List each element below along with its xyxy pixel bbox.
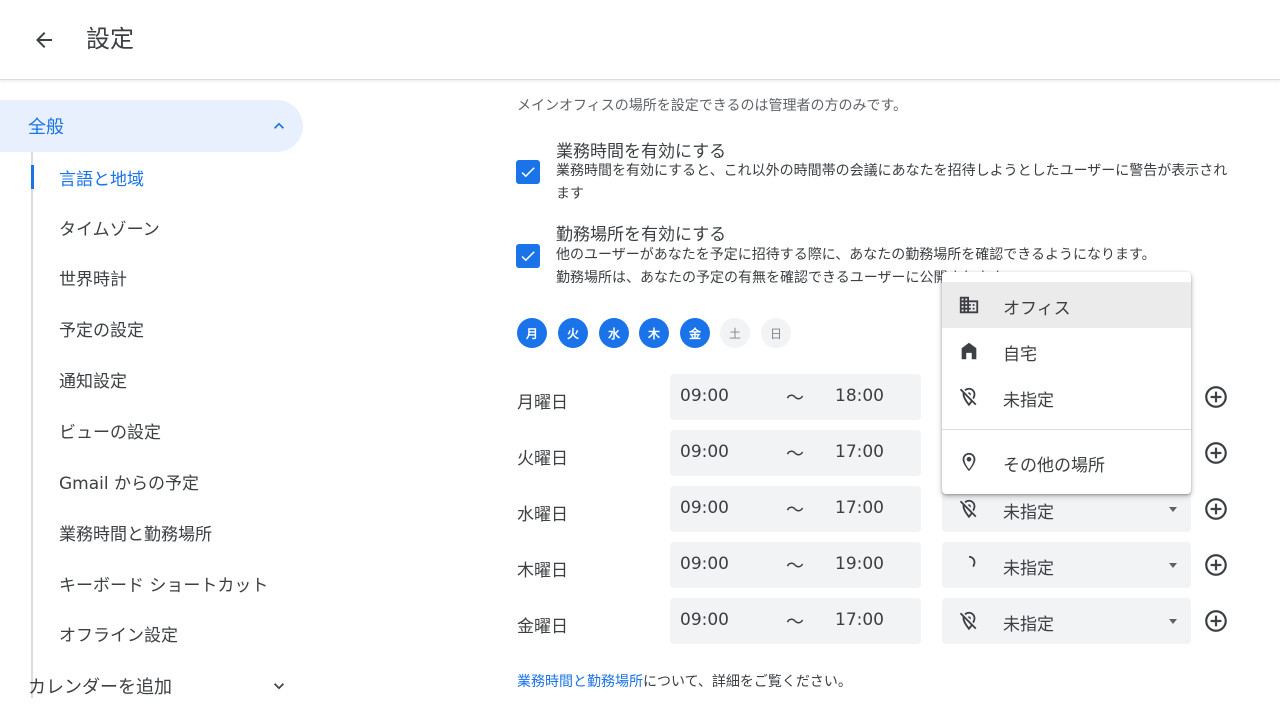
nav-add-calendar[interactable]: カレンダーを追加 [0,660,303,712]
end-time[interactable]: 19:00 [835,554,884,574]
location-off-icon [969,555,976,568]
day-toggle-sat[interactable]: 土 [720,318,750,348]
end-time[interactable]: 17:00 [835,498,884,518]
submenu-rail [31,152,33,698]
location-dropdown-menu: オフィス 自宅 未指定 その他の場所 [942,272,1191,494]
chevron-down-icon [274,683,284,690]
range-separator: 〜 [786,500,804,521]
menu-item-other-location[interactable]: その他の場所 [942,439,1191,485]
location-off-icon [959,611,977,631]
location-off-icon [959,499,977,519]
page-title: 設定 [86,25,134,53]
menu-item-label: 未指定 [1003,391,1054,411]
location-select[interactable]: 未指定 [942,598,1191,644]
time-range-field[interactable]: 09:00 〜 17:00 [670,430,921,476]
day-toggle-tue[interactable]: 火 [558,318,588,348]
time-range-field[interactable]: 09:00 〜 18:00 [670,374,921,420]
checkmark-icon [521,251,535,262]
building-icon [959,296,979,314]
sidebar-item-keyboard-shortcuts[interactable]: キーボード ショートカット [34,558,314,608]
location-value: 未指定 [1003,503,1054,523]
range-separator: 〜 [786,444,804,465]
menu-item-label: 自宅 [1003,345,1037,365]
day-toggle-sun[interactable]: 日 [761,318,791,348]
start-time[interactable]: 09:00 [680,442,729,462]
location-select[interactable]: 未指定 [942,542,1191,588]
sidebar-item-gmail-events[interactable]: Gmail からの予定 [34,456,314,506]
back-button[interactable] [26,22,62,58]
sidebar-item-event-settings[interactable]: 予定の設定 [34,303,314,353]
location-pin-icon [962,452,976,472]
help-link[interactable]: 業務時間と勤務場所 [517,674,643,690]
help-text: 業務時間と勤務場所について、詳細をご覧ください。 [517,671,852,691]
sidebar-item-offline-settings[interactable]: オフライン設定 [34,608,314,658]
sidebar-item-working-hours[interactable]: 業務時間と勤務場所 [34,507,314,557]
chevron-up-icon [274,122,284,129]
home-icon [961,342,977,360]
location-value: 未指定 [1003,615,1054,635]
end-time[interactable]: 18:00 [835,386,884,406]
arrow-back-icon [36,32,52,48]
end-time[interactable]: 17:00 [835,442,884,462]
row-day-label: 火曜日 [517,449,568,469]
sidebar-item-view-settings[interactable]: ビューの設定 [34,405,314,455]
checkmark-icon [521,167,535,178]
menu-item-home[interactable]: 自宅 [942,328,1191,374]
sidebar-item-notification-settings[interactable]: 通知設定 [34,354,314,404]
working-hours-checkbox[interactable] [516,160,540,184]
add-circle-icon[interactable] [1203,496,1229,522]
admin-note: メインオフィスの場所を設定できるのは管理者の方のみです。 [517,98,908,114]
location-off-icon [959,387,977,407]
add-circle-icon[interactable] [1203,608,1229,634]
menu-item-office[interactable]: オフィス [942,282,1191,328]
menu-item-label: その他の場所 [1003,456,1105,476]
top-bar: 設定 [0,0,1280,80]
time-range-field[interactable]: 09:00 〜 17:00 [670,598,921,644]
range-separator: 〜 [786,556,804,577]
day-toggle-mon[interactable]: 月 [517,318,547,348]
nav-add-calendar-label: カレンダーを追加 [28,677,172,698]
row-day-label: 月曜日 [517,393,568,413]
sidebar-item-timezone[interactable]: タイムゾーン [34,202,314,252]
working-location-title: 勤務場所を有効にする [556,225,727,245]
dropdown-caret-icon [1169,619,1177,624]
add-circle-icon[interactable] [1203,552,1229,578]
row-day-label: 金曜日 [517,617,568,637]
add-circle-icon[interactable] [1203,384,1229,410]
nav-general[interactable]: 全般 [0,100,303,152]
day-toggle-fri[interactable]: 金 [680,318,710,348]
menu-item-label: オフィス [1003,299,1071,319]
add-circle-icon[interactable] [1203,440,1229,466]
help-text-suffix: について、詳細をご覧ください。 [643,674,852,690]
time-range-field[interactable]: 09:00 〜 19:00 [670,542,921,588]
nav-general-label: 全般 [28,117,64,138]
end-time[interactable]: 17:00 [835,610,884,630]
settings-sidebar: 全般 言語と地域 タイムゾーン 世界時計 予定の設定 通知設定 ビューの設定 G… [0,100,320,720]
start-time[interactable]: 09:00 [680,386,729,406]
dropdown-caret-icon [1169,563,1177,568]
working-hours-desc: 業務時間を有効にすると、これ以外の時間帯の会議にあなたを招待しようとしたユーザー… [556,163,1228,179]
row-day-label: 水曜日 [517,505,568,525]
menu-divider [942,429,1191,430]
working-location-checkbox[interactable] [516,244,540,268]
day-toggle-wed[interactable]: 水 [599,318,629,348]
range-separator: 〜 [786,612,804,633]
start-time[interactable]: 09:00 [680,610,729,630]
dropdown-caret-icon [1169,507,1177,512]
time-range-field[interactable]: 09:00 〜 17:00 [670,486,921,532]
day-toggle-thu[interactable]: 木 [639,318,669,348]
range-separator: 〜 [786,388,804,409]
menu-item-unspecified[interactable]: 未指定 [942,374,1191,420]
start-time[interactable]: 09:00 [680,554,729,574]
working-hours-desc-cont: ます [556,186,584,202]
location-value: 未指定 [1003,559,1054,579]
working-location-desc: 他のユーザーがあなたを予定に招待する際に、あなたの勤務場所を確認できるようになり… [556,247,1156,263]
sidebar-item-world-clock[interactable]: 世界時計 [34,252,314,302]
sidebar-item-language-region[interactable]: 言語と地域 [31,152,314,202]
start-time[interactable]: 09:00 [680,498,729,518]
row-day-label: 木曜日 [517,561,568,581]
